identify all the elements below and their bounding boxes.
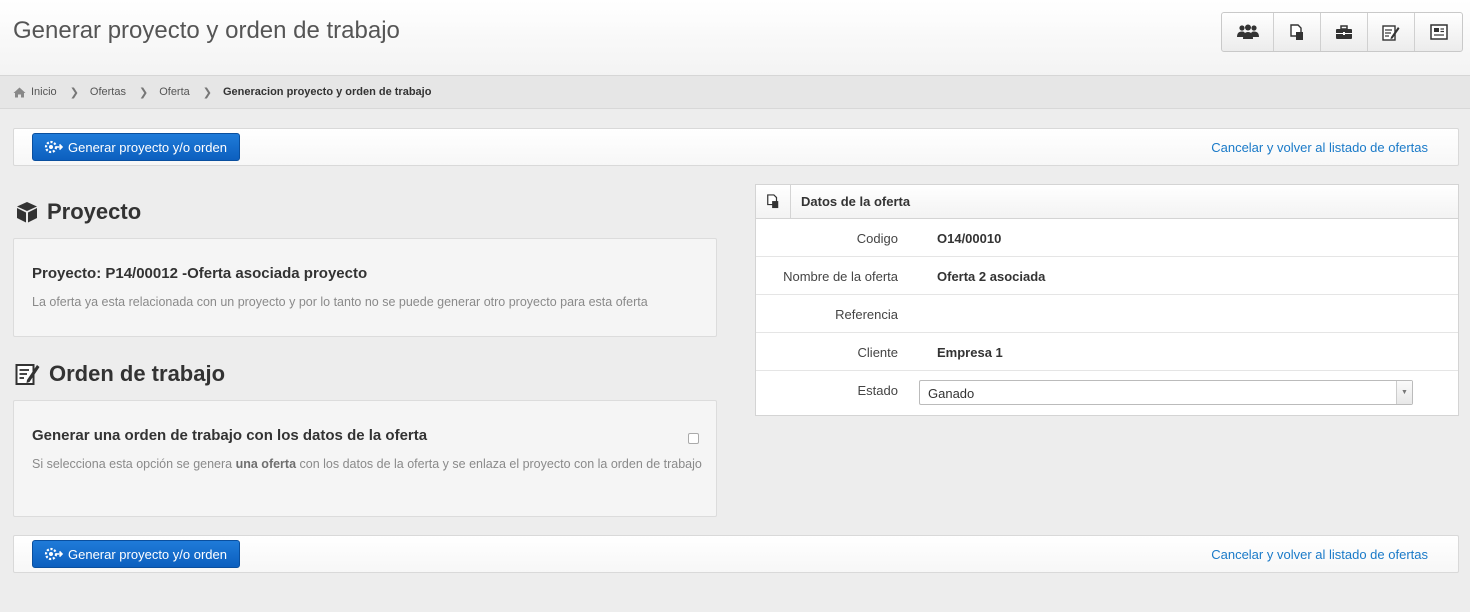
contact-card-button[interactable]: [1415, 13, 1462, 51]
chevron-right-icon: ❯: [138, 86, 149, 99]
breadcrumb-ofertas[interactable]: Ofertas: [90, 86, 126, 98]
home-icon: [13, 87, 26, 97]
orden-note-part2: con los datos de la oferta y se enlaza e…: [296, 457, 702, 471]
page-title: Generar proyecto y orden de trabajo: [13, 17, 400, 44]
proyecto-heading: Proyecto: P14/00012 -Oferta asociada pro…: [32, 265, 368, 282]
documents-button[interactable]: [1274, 13, 1321, 51]
generate-button-label: Generar proyecto y/o orden: [68, 546, 227, 562]
generate-button-label: Generar proyecto y/o orden: [68, 139, 227, 155]
field-label: Referencia: [835, 307, 898, 322]
page-header: Generar proyecto y orden de trabajo: [0, 0, 1470, 76]
cancel-link-bottom[interactable]: Cancelar y volver al listado de ofertas: [1211, 547, 1428, 562]
orden-note-bold: una oferta: [235, 457, 297, 471]
proyecto-section-title: Proyecto: [15, 199, 141, 225]
estado-select[interactable]: Ganado ▼: [919, 380, 1413, 405]
edit-icon: [15, 364, 40, 385]
gear-arrow-icon: [44, 140, 64, 154]
breadcrumb-oferta[interactable]: Oferta: [159, 86, 190, 98]
users-icon: [1236, 24, 1259, 39]
box-icon: [17, 202, 37, 223]
contact-card-icon: [1429, 24, 1448, 40]
offer-row-referencia: Referencia: [756, 295, 1458, 333]
generate-button-top[interactable]: Generar proyecto y/o orden: [32, 133, 240, 161]
documents-icon: [1290, 23, 1303, 40]
offer-row-cliente: Cliente Empresa 1: [756, 333, 1458, 371]
header-toolbar: [1221, 12, 1463, 52]
proyecto-note: La oferta ya esta relacionada con un pro…: [32, 295, 648, 309]
breadcrumb-home-label: Inicio: [31, 86, 57, 98]
estado-label: Estado: [857, 383, 898, 398]
proyecto-title-text: Proyecto: [47, 199, 142, 224]
field-label: Cliente: [857, 345, 898, 360]
gear-arrow-icon: [44, 547, 64, 561]
estado-select-value: Ganado: [928, 386, 975, 401]
edit-button[interactable]: [1368, 13, 1415, 51]
breadcrumb-home[interactable]: Inicio: [13, 86, 57, 98]
orden-heading: Generar una orden de trabajo con los dat…: [32, 427, 428, 444]
proyecto-panel: Proyecto: P14/00012 -Oferta asociada pro…: [13, 238, 717, 337]
orden-panel: Generar una orden de trabajo con los dat…: [13, 400, 717, 517]
briefcase-icon: [1336, 24, 1352, 39]
offer-panel-header: Datos de la oferta: [756, 185, 1458, 219]
dropdown-arrow-icon: ▼: [1396, 381, 1412, 404]
orden-checkbox[interactable]: [688, 433, 699, 444]
field-value: Oferta 2 asociada: [937, 269, 1046, 284]
field-label: Codigo: [856, 231, 898, 246]
offer-row-codigo: Codigo O14/00010: [756, 219, 1458, 257]
orden-title-text: Orden de trabajo: [49, 361, 226, 386]
chevron-right-icon: ❯: [69, 86, 79, 99]
breadcrumb: Inicio ❯ Ofertas ❯ Oferta ❯ Generacion p…: [0, 76, 1470, 109]
users-button[interactable]: [1222, 13, 1274, 51]
bottom-action-bar: Generar proyecto y/o orden Cancelar y vo…: [13, 535, 1459, 573]
offer-row-nombre: Nombre de la oferta Oferta 2 asociada: [756, 257, 1458, 295]
top-action-bar: Generar proyecto y/o orden Cancelar y vo…: [13, 128, 1459, 166]
breadcrumb-current: Generacion proyecto y orden de trabajo: [223, 86, 432, 98]
field-value: O14/00010: [937, 231, 1002, 246]
offer-data-panel: Datos de la oferta Codigo O14/00010 Nomb…: [755, 184, 1459, 416]
offer-panel-title: Datos de la oferta: [801, 194, 911, 209]
orden-note: Si selecciona esta opción se genera una …: [32, 455, 702, 473]
offer-panel-icon-cell: [756, 185, 791, 218]
cancel-link-top[interactable]: Cancelar y volver al listado de ofertas: [1211, 140, 1428, 155]
generate-button-bottom[interactable]: Generar proyecto y/o orden: [32, 540, 240, 568]
field-label: Nombre de la oferta: [783, 269, 898, 284]
documents-icon: [767, 194, 779, 209]
orden-section-title: Orden de trabajo: [15, 361, 225, 387]
orden-note-part1: Si selecciona esta opción se genera: [32, 457, 236, 471]
chevron-right-icon: ❯: [202, 86, 212, 99]
offer-row-estado: Estado Ganado ▼: [756, 371, 1458, 409]
field-value: Empresa 1: [937, 345, 1003, 360]
briefcase-button[interactable]: [1321, 13, 1368, 51]
edit-icon: [1382, 24, 1400, 41]
